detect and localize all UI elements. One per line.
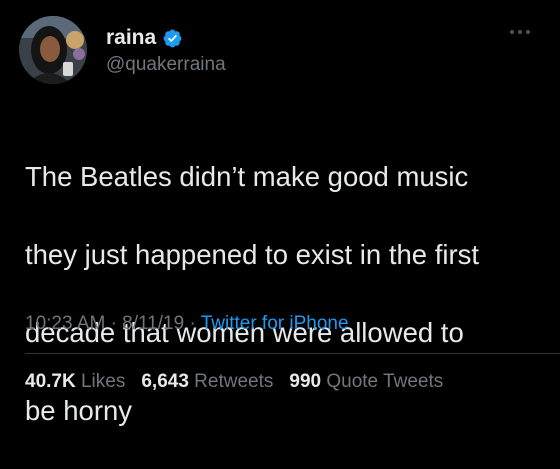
likes-count: 40.7K <box>25 371 76 392</box>
divider <box>25 353 560 354</box>
tweet-date[interactable]: 8/11/19 <box>122 313 184 334</box>
avatar[interactable] <box>19 16 87 84</box>
quote-tweets-stat[interactable]: 990 Quote Tweets <box>289 370 443 394</box>
tweet-text-line: they just happened to exist in the first <box>25 239 480 270</box>
meta-separator: · <box>110 313 117 334</box>
retweets-count: 6,643 <box>141 371 189 392</box>
more-options-icon[interactable] <box>510 30 530 34</box>
quote-tweets-count: 990 <box>289 371 322 392</box>
tweet-time[interactable]: 10:23 AM <box>25 313 105 334</box>
author-handle[interactable]: @quakerraina <box>106 53 226 77</box>
tweet-metadata: 10:23 AM · 8/11/19 · Twitter for iPhone <box>25 312 349 336</box>
likes-label: Likes <box>80 371 126 392</box>
tweet-text: The Beatles didn’t make good music they … <box>25 118 545 469</box>
retweets-stat[interactable]: 6,643 Retweets <box>141 370 273 394</box>
tweet-text-line: be horny <box>25 395 133 426</box>
verified-badge-icon <box>162 28 183 49</box>
author-name-row: raina <box>106 25 183 51</box>
author-display-name[interactable]: raina <box>106 25 156 51</box>
tweet-text-line: The Beatles didn’t make good music <box>25 161 469 192</box>
meta-separator: · <box>189 313 196 334</box>
tweet-source-link[interactable]: Twitter for iPhone <box>201 313 349 334</box>
tweet-stats: 40.7K Likes 6,643 Retweets 990 Quote Twe… <box>25 370 459 394</box>
quote-tweets-label: Quote Tweets <box>326 371 444 392</box>
retweets-label: Retweets <box>194 371 274 392</box>
avatar-image <box>19 16 87 84</box>
likes-stat[interactable]: 40.7K Likes <box>25 370 125 394</box>
